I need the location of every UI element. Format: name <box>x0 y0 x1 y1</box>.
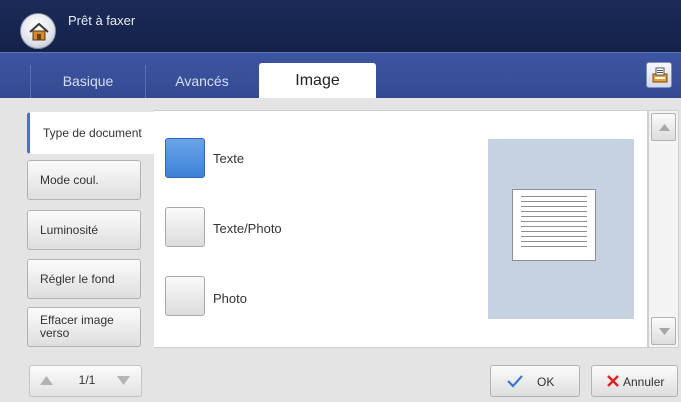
home-button[interactable] <box>20 13 56 49</box>
tab-bar: Basique Avancés Image <box>0 52 681 99</box>
header-bar: Prêt à faxer <box>0 0 681 52</box>
option-photo-button[interactable] <box>165 276 205 316</box>
option-photo-label: Photo <box>213 291 247 306</box>
tab-avances[interactable]: Avancés <box>146 63 258 99</box>
triangle-up-icon <box>659 124 670 131</box>
triangle-down-icon <box>659 328 670 335</box>
sidebar-item-mode-coul[interactable]: Mode coul. <box>27 160 141 200</box>
page-up-icon[interactable] <box>40 376 53 385</box>
option-texte-label: Texte <box>213 151 245 166</box>
checkmark-icon <box>507 375 523 388</box>
document-preview-icon <box>512 189 596 261</box>
job-status-button[interactable] <box>646 62 672 88</box>
sidebar-item-luminosite[interactable]: Luminosité <box>27 210 141 250</box>
ok-button[interactable]: OK <box>490 365 580 397</box>
tab-basique[interactable]: Basique <box>31 63 145 99</box>
option-texte-photo-label: Texte/Photo <box>213 221 282 236</box>
page-navigator: 1/1 <box>29 365 142 397</box>
sidebar-item-regler-le-fond[interactable]: Régler le fond <box>27 259 141 299</box>
scroll-down-button[interactable] <box>651 317 676 345</box>
close-icon <box>607 375 619 387</box>
sidebar-item-effacer-image-verso[interactable]: Effacer image verso <box>27 307 141 347</box>
scroll-up-button[interactable] <box>651 113 676 141</box>
home-icon <box>29 22 49 41</box>
option-texte-button[interactable] <box>165 138 205 178</box>
tab-image[interactable]: Image <box>259 63 376 99</box>
sidebar-item-type-de-document[interactable]: Type de document <box>27 112 155 154</box>
ok-label: OK <box>537 375 555 389</box>
status-text: Prêt à faxer <box>68 13 136 28</box>
page-indicator: 1/1 <box>78 373 96 387</box>
page-down-icon[interactable] <box>117 376 130 385</box>
cancel-label: Annuler <box>623 375 665 389</box>
job-status-icon <box>652 67 668 83</box>
option-texte-photo-button[interactable] <box>165 207 205 247</box>
cancel-button[interactable]: Annuler <box>591 365 678 397</box>
scrollbar[interactable] <box>648 110 679 348</box>
